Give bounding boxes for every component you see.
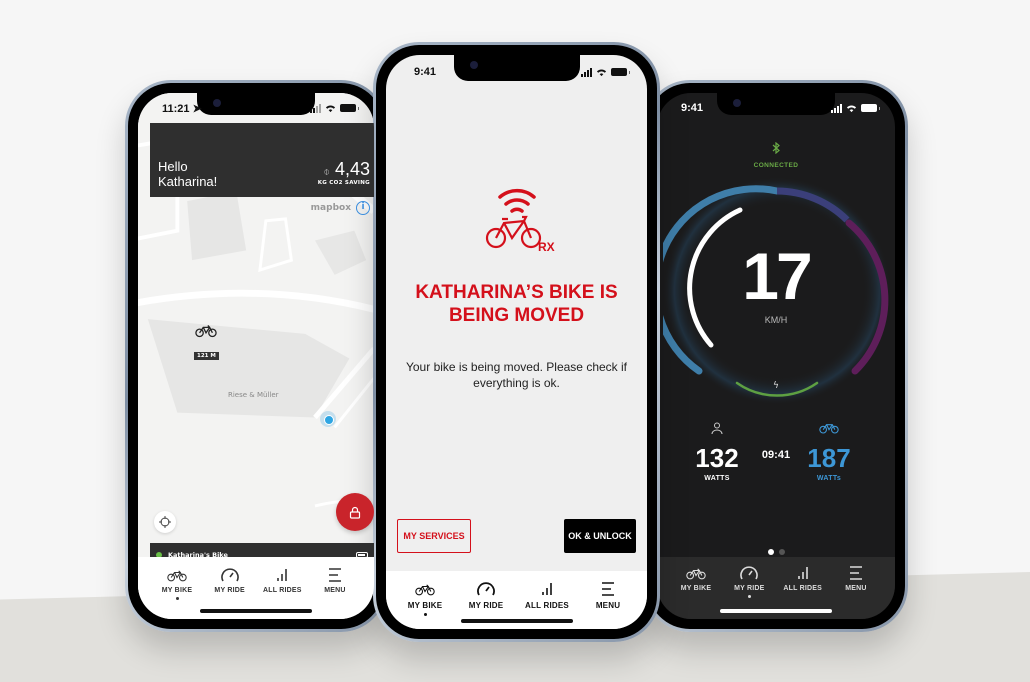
person-icon <box>711 422 723 435</box>
lock-icon <box>349 506 361 519</box>
speed-unit: KM/H <box>764 315 788 325</box>
page-dot[interactable] <box>778 549 785 555</box>
co2-label: KG CO2 SAVING <box>317 180 370 186</box>
tab-menu[interactable]: MENU <box>310 567 360 619</box>
home-indicator[interactable] <box>720 609 832 613</box>
status-bar: 11:21 ➤ <box>138 99 374 117</box>
lock-button[interactable] <box>336 493 374 531</box>
map-attribution[interactable]: mapbox i <box>311 201 370 215</box>
bicycle-icon <box>415 584 435 596</box>
signal-icon <box>831 103 842 113</box>
tab-label: ALL RIDES <box>525 601 569 610</box>
tab-label: ALL RIDES <box>783 585 822 592</box>
info-icon[interactable]: i <box>356 201 370 215</box>
tab-label: MY RIDE <box>214 587 245 594</box>
page-indicator[interactable] <box>657 549 895 555</box>
alert-title: KATHARINA’S BIKE IS BEING MOVED <box>415 282 618 326</box>
bicycle-icon <box>819 424 839 434</box>
ok-unlock-button[interactable]: OK & UNLOCK <box>564 519 636 553</box>
status-bar: 9:41 <box>386 63 647 81</box>
active-tab-indicator <box>175 597 179 600</box>
status-time: 11:21 <box>162 102 190 115</box>
phone-dashboard-screen: 9:41 CONNECTED 17 KM/H ϟ 132 WATTS 09:41… <box>644 80 908 632</box>
recenter-button[interactable] <box>154 511 176 533</box>
signal-icon <box>310 103 321 113</box>
speedometer-icon <box>740 566 759 580</box>
model-suffix: RX <box>538 240 555 253</box>
tab-label: MY BIKE <box>407 601 443 610</box>
rider-power-unit: WATTS <box>704 475 730 482</box>
co2-savings: ⌽ 4,43 KG CO2 SAVING <box>318 159 370 186</box>
home-indicator[interactable] <box>200 609 312 613</box>
home-indicator[interactable] <box>460 619 573 623</box>
connection-status: CONNECTED <box>657 139 895 169</box>
bicycle-icon <box>167 570 187 582</box>
tab-menu[interactable]: MENU <box>831 565 881 619</box>
motor-power: 187 WATTs <box>789 421 869 482</box>
status-bar: 9:41 <box>657 99 895 117</box>
menu-icon <box>849 566 862 580</box>
wifi-icon <box>325 104 336 112</box>
tab-label: MY RIDE <box>734 585 765 592</box>
connection-label: CONNECTED <box>753 162 799 169</box>
crosshair-icon <box>159 516 171 528</box>
bar-chart-icon <box>542 583 552 595</box>
signal-icon <box>581 67 592 77</box>
bike-distance: 121 M <box>194 352 219 360</box>
speed-value: 17 <box>742 239 812 313</box>
active-tab-indicator <box>747 595 751 598</box>
speedometer-icon <box>477 582 495 596</box>
tab-label: MENU <box>595 601 621 610</box>
wifi-icon <box>596 68 607 76</box>
bike-alarm-logo: RX <box>482 183 558 257</box>
motor-power-value: 187 <box>807 443 851 473</box>
page-dot-active[interactable] <box>767 549 774 555</box>
greeting-card: Hello Katharina! ⌽ 4,43 KG CO2 SAVING <box>150 123 374 197</box>
alert-message: Your bike is being moved. Please check i… <box>405 360 627 390</box>
tab-label: MY BIKE <box>161 587 193 594</box>
tab-my-bike[interactable]: MY BIKE <box>152 567 202 619</box>
bike-wifi-alarm-icon: RX <box>485 189 555 254</box>
bar-chart-icon <box>277 569 288 581</box>
location-arrow-icon: ➤ <box>192 102 202 115</box>
bike-map-marker[interactable]: 121 M <box>194 323 219 361</box>
active-tab-indicator <box>423 613 427 616</box>
mapbox-logo: mapbox <box>310 203 351 213</box>
bicycle-icon <box>195 325 218 338</box>
battery-icon <box>340 104 359 112</box>
menu-icon <box>602 582 614 596</box>
wifi-icon <box>846 104 857 112</box>
battery-icon <box>611 68 630 76</box>
speedometer-icon <box>220 568 239 582</box>
tab-my-bike[interactable]: MY BIKE <box>671 565 721 619</box>
tab-label: ALL RIDES <box>263 587 302 594</box>
bluetooth-icon <box>772 141 780 155</box>
tab-label: MY BIKE <box>680 585 712 592</box>
map-poi-label: Riese & Müller <box>228 391 279 399</box>
bicycle-icon <box>686 568 706 580</box>
phone-alert-screen: 9:41 RX KATHARINA’S BIKE IS BEING MOVED … <box>373 42 660 642</box>
menu-icon <box>328 568 341 582</box>
status-time: 9:41 <box>414 66 437 78</box>
my-services-button[interactable]: MY SERVICES <box>397 519 471 553</box>
co2-value: 4,43 <box>334 159 370 179</box>
battery-icon <box>861 104 880 112</box>
phone-map-screen: 11:21 ➤ Hello Katharina! ⌽ 4,43 KG CO2 S… <box>125 80 387 632</box>
tab-menu[interactable]: MENU <box>583 581 633 629</box>
bar-chart-icon <box>797 567 808 579</box>
tab-my-bike[interactable]: MY BIKE <box>400 581 450 629</box>
leaf-icon: ⌽ <box>323 166 330 178</box>
lightning-icon: ϟ <box>773 381 779 391</box>
status-time: 9:41 <box>681 102 704 114</box>
tab-label: MENU <box>845 585 867 592</box>
user-location-marker <box>320 411 336 427</box>
motor-power-unit: WATTs <box>816 475 842 482</box>
tab-label: MY RIDE <box>468 601 504 610</box>
tab-label: MENU <box>324 587 346 594</box>
